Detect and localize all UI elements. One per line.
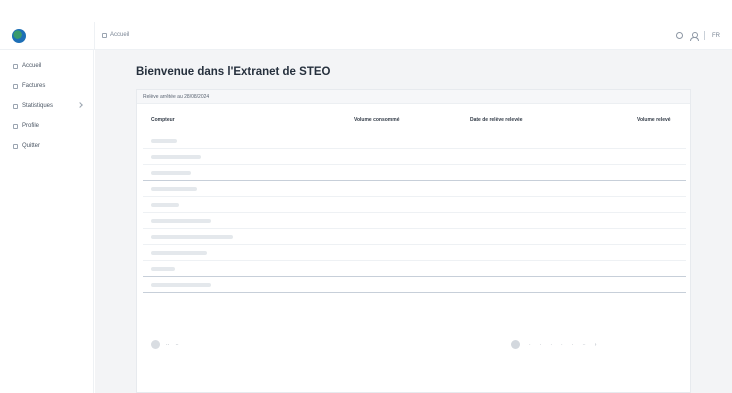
readings-card: Relève arrêtée au 28/08/2024 Compteur Vo… (136, 89, 691, 393)
table-row[interactable] (143, 197, 686, 213)
page-title: Bienvenue dans l'Extranet de STEO (136, 66, 331, 78)
column-header-volume-releve[interactable]: Volume relevé (637, 117, 671, 123)
topbar-divider (94, 22, 95, 50)
sidebar-item-label: Quitter (22, 143, 41, 149)
meter-name (151, 139, 177, 143)
breadcrumb: Accueil (102, 32, 129, 38)
gear-icon[interactable] (676, 32, 683, 39)
meter-name (151, 251, 207, 255)
page-size-option[interactable]: ·· (166, 342, 169, 348)
meter-name (151, 171, 191, 175)
meter-name (151, 219, 211, 223)
sidebar-item-label: Accueil (22, 63, 42, 69)
table-row[interactable] (143, 277, 686, 293)
sidebar-item-label: Statistiques (22, 103, 54, 109)
top-actions: FR (676, 31, 720, 41)
chart-icon (13, 103, 18, 109)
column-header-date-releve[interactable]: Date de relève relevée (470, 117, 523, 123)
profile-icon (13, 123, 18, 129)
user-icon[interactable] (690, 31, 699, 41)
pagination-page[interactable]: · (540, 342, 542, 348)
actions-separator (704, 31, 705, 40)
meter-name (151, 203, 179, 207)
page-size-option-active[interactable] (151, 340, 160, 349)
pagination-ellipsis: ·· (582, 341, 586, 348)
sidebar: Accueil Factures Statistiques Profile Qu… (0, 50, 94, 393)
logo-mark-icon (12, 29, 26, 43)
page-size-selector: ·· ·· (151, 340, 179, 349)
meter-name (151, 155, 201, 159)
sidebar-item-quitter[interactable]: Quitter (0, 136, 93, 156)
home-icon (102, 32, 107, 38)
sidebar-item-label: Profile (22, 123, 40, 129)
sidebar-item-statistiques[interactable]: Statistiques (0, 96, 93, 116)
meter-name (151, 187, 197, 191)
app-window: Accueil FR Accueil Factures Statistiques… (0, 0, 732, 393)
table-row[interactable] (143, 133, 686, 149)
meter-name (151, 235, 233, 239)
table-row[interactable] (143, 213, 686, 229)
meter-name (151, 283, 211, 287)
chevron-down-icon[interactable] (77, 102, 83, 108)
table-row[interactable] (143, 261, 686, 277)
pagination-next[interactable]: › (595, 342, 597, 348)
table-row[interactable] (143, 165, 686, 181)
table-row[interactable] (143, 245, 686, 261)
invoice-icon (13, 83, 18, 89)
sidebar-item-profile[interactable]: Profile (0, 116, 93, 136)
card-header: Relève arrêtée au 28/08/2024 (137, 90, 690, 104)
page-size-option[interactable]: ·· (175, 342, 178, 348)
pagination-page[interactable]: · (561, 342, 563, 348)
table-row[interactable] (143, 181, 686, 197)
main-content: Bienvenue dans l'Extranet de STEO Relève… (95, 50, 732, 393)
breadcrumb-label[interactable]: Accueil (110, 32, 129, 38)
pagination-page[interactable]: · (529, 342, 531, 348)
logo[interactable] (12, 29, 64, 43)
logout-icon (13, 143, 18, 149)
pagination: · · · · · ·· › (511, 340, 596, 349)
table-body (143, 133, 686, 293)
sidebar-item-label: Factures (22, 83, 46, 89)
column-header-compteur[interactable]: Compteur (151, 117, 175, 123)
sidebar-item-accueil[interactable]: Accueil (0, 56, 93, 76)
sidebar-item-factures[interactable]: Factures (0, 76, 93, 96)
pagination-page-active[interactable] (511, 340, 520, 349)
home-icon (13, 63, 18, 69)
top-bar: Accueil FR (0, 22, 732, 50)
table-row[interactable] (143, 229, 686, 245)
table-row[interactable] (143, 149, 686, 165)
pagination-page[interactable]: · (550, 342, 552, 348)
meter-name (151, 267, 175, 271)
pagination-page[interactable]: · (572, 342, 574, 348)
language-switcher[interactable]: FR (712, 33, 720, 39)
column-header-volume-consomme[interactable]: Volume consommé (354, 117, 399, 123)
table-header: Compteur Volume consommé Date de relève … (137, 117, 690, 129)
